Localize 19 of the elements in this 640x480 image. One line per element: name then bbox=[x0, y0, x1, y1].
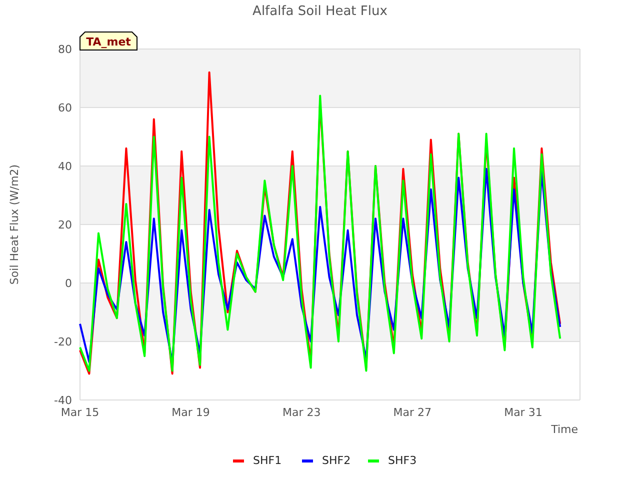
chart-title: Alfalfa Soil Heat Flux bbox=[252, 4, 388, 19]
legend-label: SHF1 bbox=[253, 454, 282, 467]
y-axis-label: Soil Heat Flux (W/m2) bbox=[8, 164, 21, 285]
x-tick-label: Mar 27 bbox=[393, 406, 432, 419]
y-tick-label: 20 bbox=[58, 218, 72, 232]
x-axis-label: Time bbox=[551, 423, 578, 436]
y-tick-label: -40 bbox=[54, 394, 72, 407]
x-tick-label: Mar 23 bbox=[282, 406, 321, 419]
legend-label: SHF2 bbox=[322, 454, 351, 467]
x-tick-label: Mar 15 bbox=[60, 406, 100, 419]
x-tick-label: Mar 19 bbox=[172, 406, 210, 419]
x-tick-label: Mar 31 bbox=[504, 406, 542, 419]
y-tick-label: 80 bbox=[58, 43, 72, 56]
y-tick-label: 40 bbox=[58, 160, 72, 173]
y-tick-label: 60 bbox=[58, 102, 72, 114]
y-tick-label: -20 bbox=[54, 336, 72, 348]
site-badge: TA_met bbox=[80, 32, 138, 50]
legend-label: SHF3 bbox=[388, 454, 417, 467]
y-tick-label: 0 bbox=[65, 277, 72, 290]
